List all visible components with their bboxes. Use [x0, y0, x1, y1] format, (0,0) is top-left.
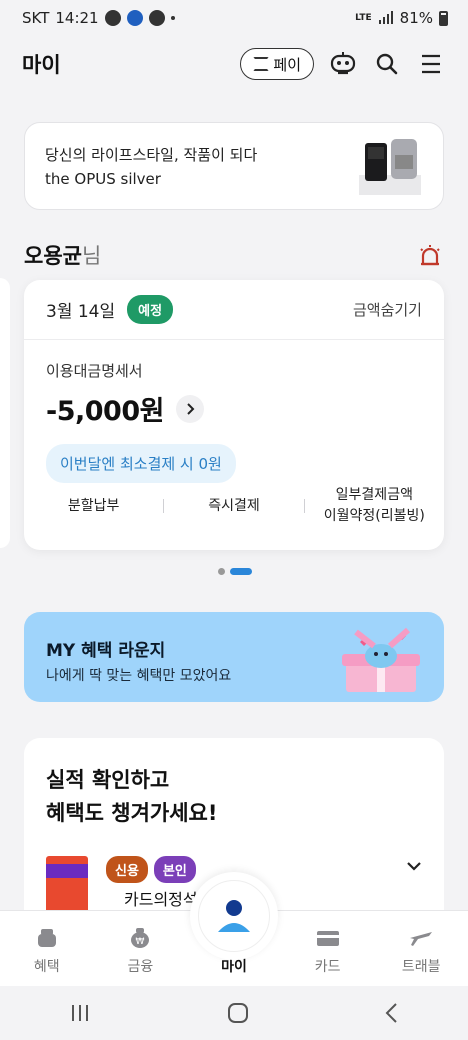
bag-icon [37, 929, 56, 947]
alarm-icon[interactable] [418, 244, 442, 268]
pay-label: 페이 [273, 55, 301, 74]
statement-label: 이용대금명세서 [46, 362, 143, 380]
battery-percent: 81% [399, 9, 433, 27]
card-name: 카드의정석 [124, 890, 198, 909]
nav-finance[interactable]: ₩ 금융 [94, 911, 188, 986]
carousel-pager [218, 568, 252, 575]
app-header: 마이 페이 [0, 36, 468, 92]
back-icon[interactable] [384, 1002, 400, 1024]
recent-apps-icon[interactable] [68, 1003, 92, 1023]
bill-card: 3월 14일 예정 금액숨기기 이용대금명세서 -5,000원 이번달엔 최소결… [24, 280, 444, 550]
menu-icon[interactable] [416, 49, 446, 79]
instant-pay-button[interactable]: 즉시결제 [164, 496, 303, 517]
battery-icon [439, 10, 448, 26]
benefit-lounge-banner[interactable]: MY 혜택 라운지 나에게 딱 맞는 혜택만 모았어요 [24, 612, 444, 702]
airplane-icon [410, 932, 433, 946]
carrier-label: SKT [22, 9, 50, 27]
nav-travel[interactable]: 트래블 [374, 911, 468, 986]
product-image [359, 139, 421, 195]
money-bag-icon: ₩ [131, 928, 150, 948]
status-badge: 예정 [127, 295, 174, 324]
card-thumbnail [46, 856, 88, 918]
svg-text:₩: ₩ [136, 937, 145, 947]
owner-tag: 본인 [153, 856, 196, 883]
nav-label: 트래블 [401, 959, 441, 975]
min-payment-chip[interactable]: 이번달엔 최소결제 시 0원 [46, 444, 236, 483]
user-name: 오용균 [24, 244, 82, 268]
gift-box-icon [342, 627, 420, 692]
page-title: 마이 [22, 53, 61, 77]
my-profile-button[interactable] [190, 872, 278, 960]
greeting: 오용균님 [24, 240, 101, 270]
chevron-down-icon[interactable] [406, 860, 422, 872]
status-bar: SKT 14:21 LTE 81% [0, 0, 468, 36]
chevron-right-icon[interactable] [175, 394, 204, 423]
more-notifications-icon [170, 16, 175, 20]
scan-icon [253, 57, 270, 71]
installment-button[interactable]: 분할납부 [24, 496, 163, 517]
search-icon[interactable] [372, 49, 402, 79]
signal-icon [378, 11, 393, 24]
network-type: LTE [355, 13, 372, 23]
nav-label: 카드 [314, 959, 341, 975]
pager-dot-active [230, 568, 252, 575]
profile-icon [218, 900, 250, 932]
nav-label: 금융 [127, 959, 154, 975]
clock: 14:21 [55, 9, 99, 27]
home-icon[interactable] [227, 1002, 249, 1024]
app-notification-icon [148, 10, 165, 26]
nav-card[interactable]: 카드 [281, 911, 375, 986]
credit-card-icon [316, 931, 339, 946]
perf-title-line2: 혜택도 챙겨가세요! [46, 801, 218, 825]
hide-amount-button[interactable]: 금액숨기기 [353, 299, 422, 320]
bill-date: 3월 14일 [46, 302, 116, 322]
pager-dot [218, 568, 225, 575]
bill-amount[interactable]: -5,000원 [46, 389, 164, 428]
previous-card-peek[interactable] [0, 278, 10, 548]
pay-button[interactable]: 페이 [240, 48, 314, 80]
credit-tag: 신용 [106, 856, 148, 883]
chatbot-icon[interactable] [328, 49, 358, 79]
app-notification-icon [126, 10, 143, 26]
honorific: 님 [81, 244, 102, 268]
perf-title-line1: 실적 확인하고 [46, 768, 170, 792]
app-notification-icon [104, 10, 121, 26]
revolving-button[interactable]: 일부결제금액 이월약정(리볼빙) [305, 485, 444, 527]
nav-benefits[interactable]: 혜택 [0, 911, 94, 986]
system-nav-bar [0, 986, 468, 1040]
ad-banner[interactable]: 당신의 라이프스타일, 작품이 되다 the OPUS silver [24, 122, 444, 210]
nav-label: 혜택 [33, 959, 60, 975]
